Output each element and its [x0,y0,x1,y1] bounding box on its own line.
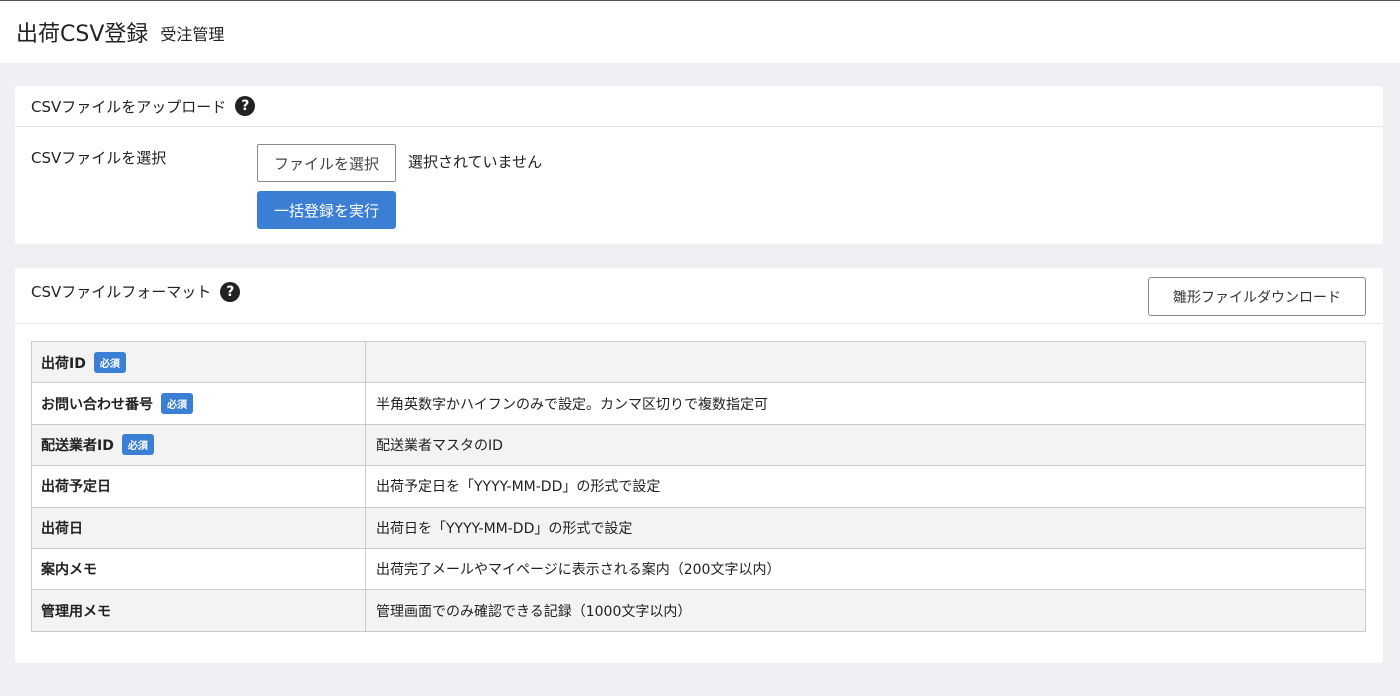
required-badge: 必須 [93,351,126,373]
field-desc-cell: 出荷予定日を「YYYY-MM-DD」の形式で設定 [365,465,1366,508]
upload-card-title: CSVファイルをアップロード [31,97,227,116]
field-name: 案内メモ [41,562,97,579]
field-name-cell: 出荷予定日 [31,465,366,508]
table-row: 出荷予定日 出荷予定日を「YYYY-MM-DD」の形式で設定 [31,465,1366,508]
file-status-text: 選択されていません [408,153,543,171]
field-name: 配送業者ID [41,438,114,455]
page-header: 出荷CSV登録 受注管理 [0,0,1400,63]
template-download-button[interactable]: 雛形ファイルダウンロード [1148,277,1366,316]
field-name: お問い合わせ番号 [41,397,153,414]
table-row: 配送業者ID 必須 配送業者マスタのID [31,423,1366,467]
required-badge: 必須 [121,434,154,456]
field-name: 出荷ID [41,355,86,372]
format-card-title: CSVファイルフォーマット [31,283,212,301]
field-desc-cell: 配送業者マスタのID [365,423,1366,467]
table-row: 出荷日 出荷日を「YYYY-MM-DD」の形式で設定 [31,506,1366,549]
table-row: 案内メモ 出荷完了メールやマイページに表示される案内（200文字以内） [31,547,1366,591]
field-desc-cell: 半角英数字かハイフンのみで設定。カンマ区切りで複数指定可 [365,382,1366,425]
field-name: 出荷予定日 [41,479,111,496]
upload-card-header: CSVファイルをアップロード ? [15,86,1383,127]
format-card-header: CSVファイルフォーマット ? 雛形ファイルダウンロード [15,268,1383,324]
format-card: CSVファイルフォーマット ? 雛形ファイルダウンロード 出荷ID 必須 お問い合… [15,268,1383,663]
field-name-cell: 出荷ID 必須 [31,340,366,384]
field-name-cell: 出荷日 [31,506,366,549]
field-name-cell: 配送業者ID 必須 [31,423,366,467]
choose-file-button[interactable]: ファイルを選択 [257,144,396,182]
field-name-cell: お問い合わせ番号 必須 [31,382,366,425]
field-name: 管理用メモ [41,603,111,620]
required-badge: 必須 [161,393,193,415]
table-row: 管理用メモ 管理画面でのみ確認できる記録（1000文字以内） [31,589,1366,632]
field-desc-cell: 出荷日を「YYYY-MM-DD」の形式で設定 [365,506,1366,549]
field-desc-cell: 管理画面でのみ確認できる記録（1000文字以内） [365,589,1366,632]
page-subtitle: 受注管理 [160,25,225,44]
format-table: 出荷ID 必須 お問い合わせ番号 必須 半角英数字かハイフンのみで設定。カンマ区切り… [31,340,1366,632]
field-desc-cell: 出荷完了メールやマイページに表示される案内（200文字以内） [365,547,1366,591]
bulk-register-button[interactable]: 一括登録を実行 [257,191,396,229]
page-title: 出荷CSV登録 [16,22,149,47]
field-name: 出荷日 [41,520,83,537]
table-row: お問い合わせ番号 必須 半角英数字かハイフンのみで設定。カンマ区切りで複数指定可 [31,382,1366,425]
upload-card: CSVファイルをアップロード ? CSVファイルを選択 ファイルを選択 選択され… [15,86,1383,244]
csv-file-label: CSVファイルを選択 [31,149,167,167]
question-circle-icon[interactable]: ? [220,281,241,302]
question-circle-icon[interactable]: ? [235,96,256,116]
field-desc-cell [365,340,1366,384]
upload-card-body: CSVファイルを選択 ファイルを選択 選択されていません 一括登録を実行 [15,127,1383,244]
field-name-cell: 管理用メモ [31,589,366,632]
field-name-cell: 案内メモ [31,547,366,591]
table-row: 出荷ID 必須 [31,340,1366,384]
